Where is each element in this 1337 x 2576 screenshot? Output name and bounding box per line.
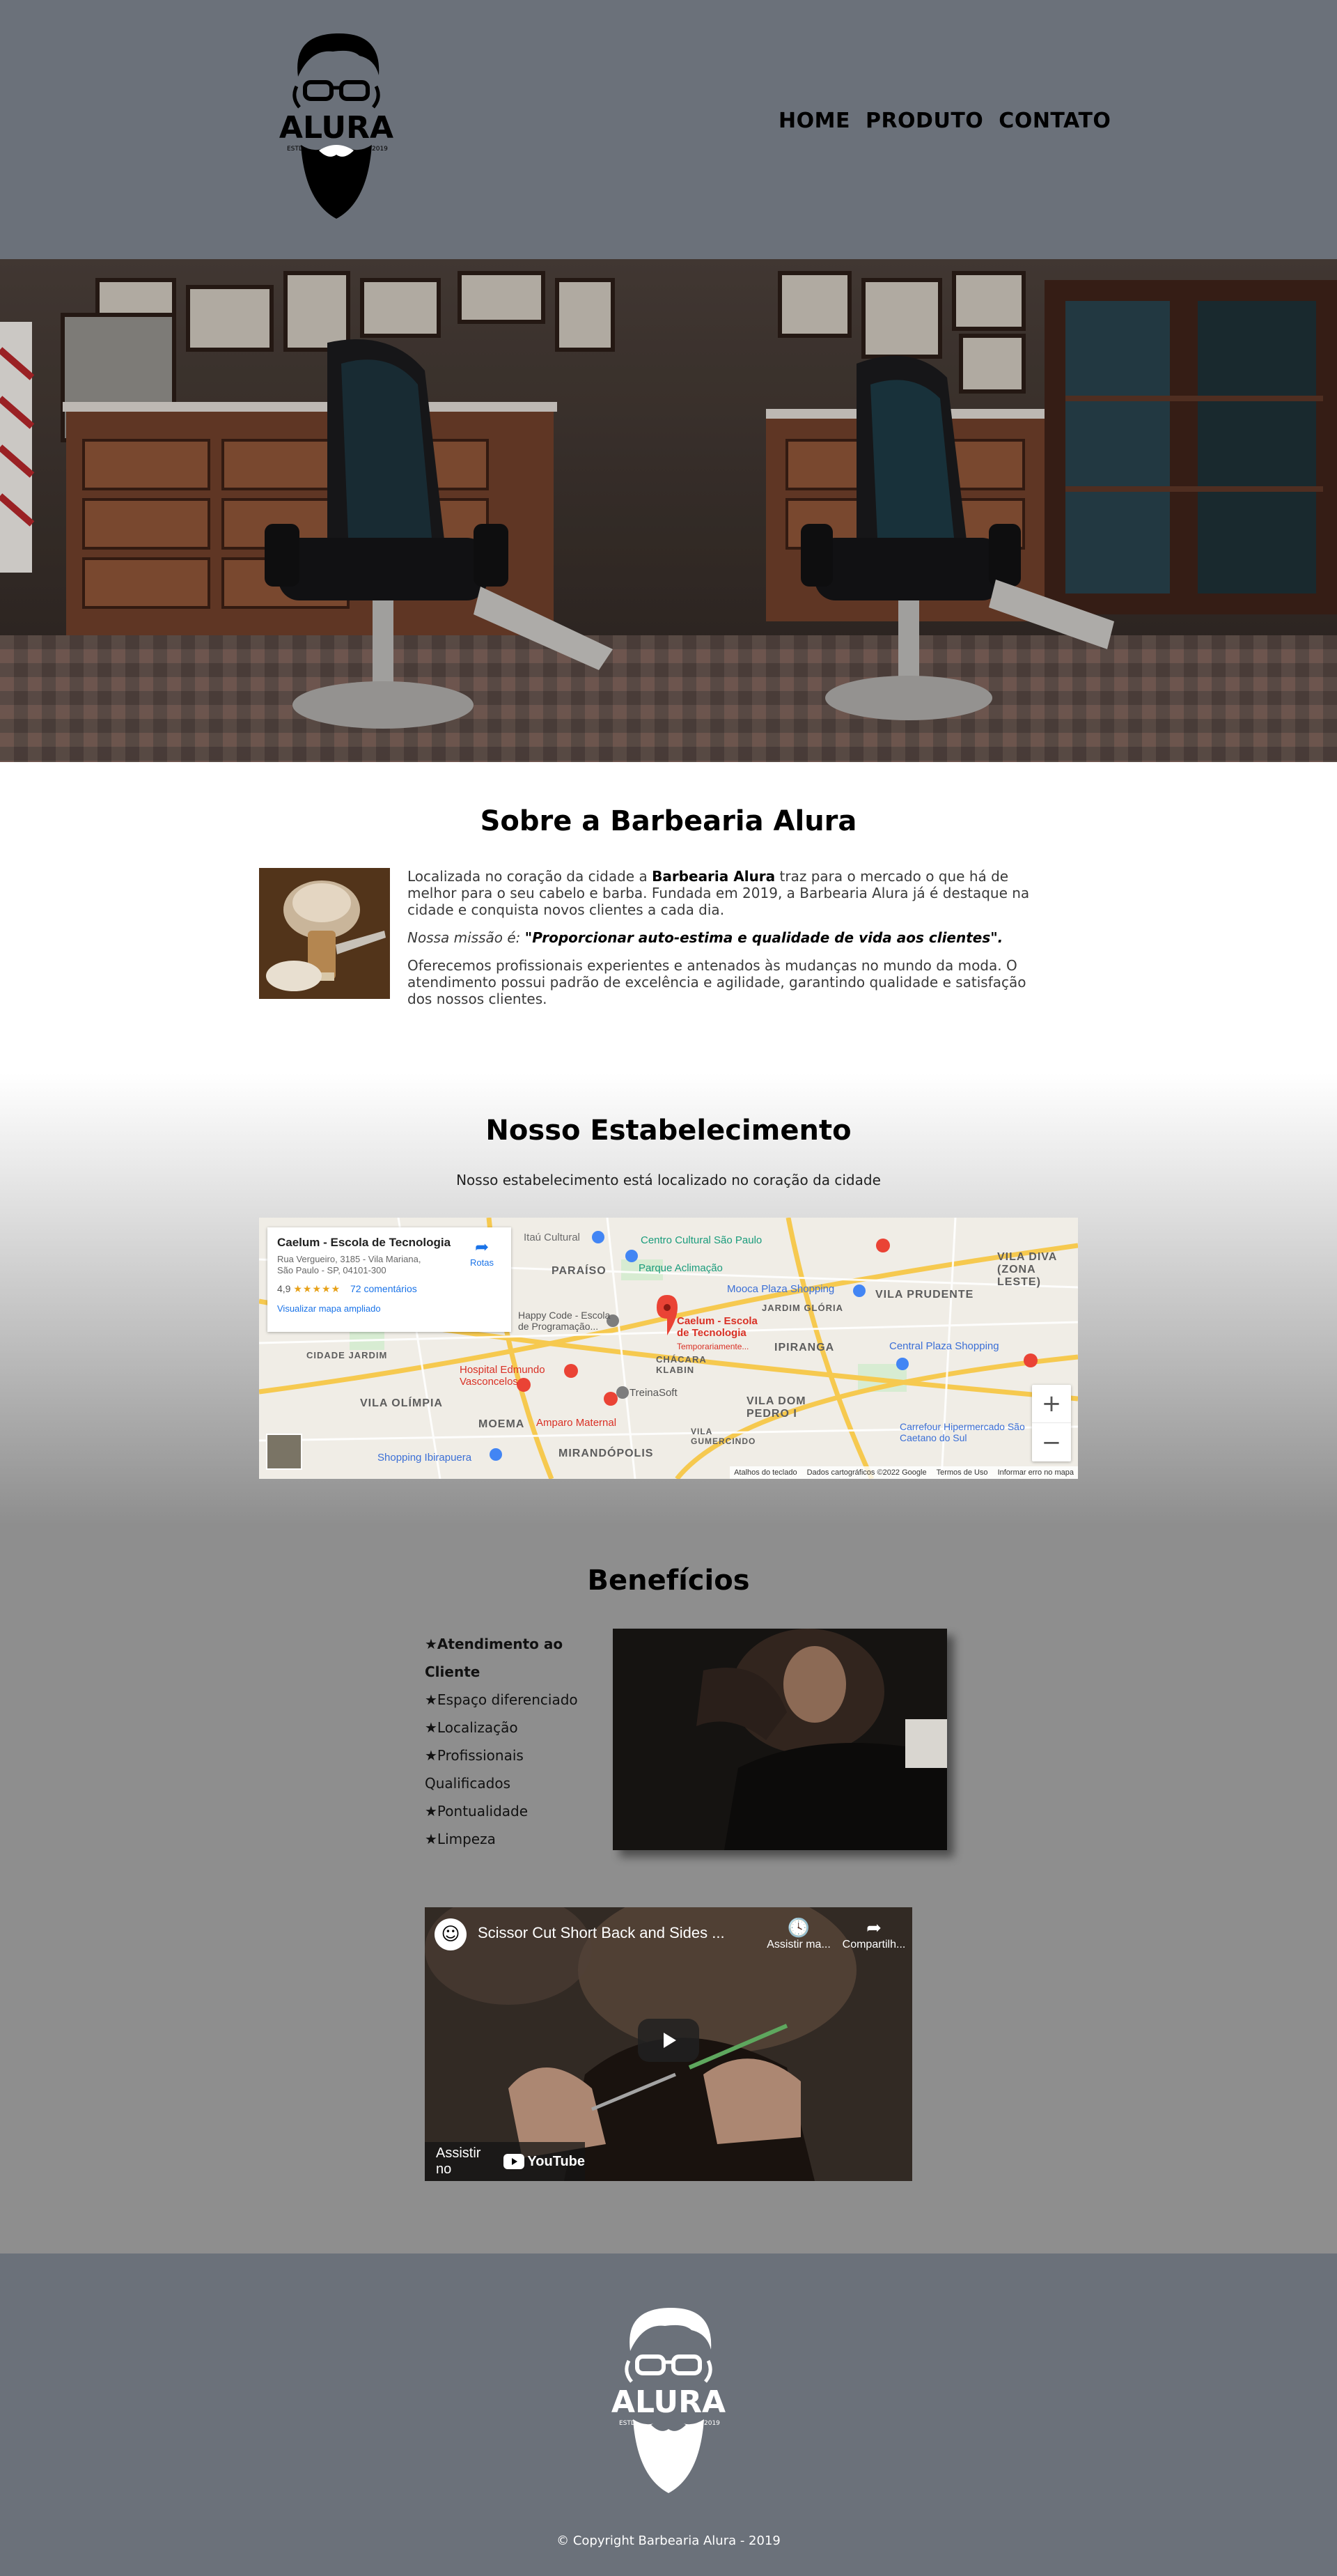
map-place-address: Rua Vergueiro, 3185 - Vila Mariana, São … <box>277 1254 421 1275</box>
barbershop-interior-image <box>0 259 1337 762</box>
copyright-text: © Copyright Barbearia Alura - 2019 <box>556 2534 781 2548</box>
location-title: Nosso Estabelecimento <box>485 1115 852 1147</box>
benefit-item: ★Espaço diferenciado <box>425 1691 578 1708</box>
map-poi-hospital-edmundo[interactable]: Hospital Edmundo Vasconcelos <box>460 1364 564 1388</box>
map-poi-treinasoft[interactable]: TreinaSoft <box>630 1387 678 1399</box>
map-poi-amparo-maternal[interactable]: Amparo Maternal <box>536 1417 616 1429</box>
map-label-paraiso: PARAÍSO <box>552 1265 607 1277</box>
svg-text:2019: 2019 <box>372 146 388 153</box>
map-label-ipiranga: IPIRANGA <box>774 1342 835 1353</box>
channel-icon: ☺ <box>441 1924 460 1945</box>
map-satellite-toggle[interactable] <box>266 1434 302 1470</box>
alura-logo[interactable]: ALURA ESTD 2019 <box>277 28 396 223</box>
zoom-out-button[interactable]: − <box>1032 1423 1071 1461</box>
play-icon <box>664 2033 676 2048</box>
map-poi-centro-cultural[interactable]: Centro Cultural São Paulo <box>641 1234 762 1246</box>
map-marker-label[interactable]: Caelum - Escola de Tecnologia <box>677 1315 767 1339</box>
watch-later-button[interactable]: 🕓 Assistir ma... <box>760 1917 837 1951</box>
about-paragraph-3: Oferecemos profissionais experientes e a… <box>407 957 1026 1007</box>
svg-text:ALURA: ALURA <box>611 2384 726 2420</box>
about-text: Localizada no coração da cidade a Barbea… <box>407 868 1055 1018</box>
benefits-list: ★Atendimento ao Cliente ★Espaço diferenc… <box>425 1630 578 1853</box>
map-poi-mooca-plaza[interactable]: Mooca Plaza Shopping <box>727 1283 834 1295</box>
map-keyboard-shortcuts[interactable]: Atalhos do teclado <box>734 1468 797 1477</box>
clock-icon: 🕓 <box>787 1917 811 1938</box>
map-label-vila-gumercindo: VILA GUMERCINDO <box>691 1427 756 1446</box>
video-title[interactable]: Scissor Cut Short Back and Sides ... <box>478 1924 725 1942</box>
map-label-chacara-klabin: CHÁCARA KLABIN <box>656 1354 707 1375</box>
map-directions-button[interactable]: ➦ Rotas <box>462 1237 501 1268</box>
benefit-item: ★Localização <box>425 1719 518 1736</box>
map-label-vila-dom-pedro: VILA DOM PEDRO I <box>746 1395 806 1420</box>
video-play-button[interactable] <box>638 2019 699 2062</box>
map-enlarge-link[interactable]: Visualizar mapa ampliado <box>277 1303 501 1314</box>
zoom-in-button[interactable]: + <box>1032 1385 1071 1423</box>
svg-text:ALURA: ALURA <box>279 110 393 146</box>
benefit-item: ★Atendimento ao Cliente <box>425 1636 563 1680</box>
map-poi-carrefour[interactable]: Carrefour Hipermercado São Caetano do Su… <box>900 1421 1039 1443</box>
site-footer: ALURA ESTD 2019 © Copyright Barbearia Al… <box>0 2253 1337 2576</box>
about-section: Sobre a Barbearia Alura Localizada no co… <box>0 762 1337 1073</box>
share-icon: ➦ <box>866 1917 882 1938</box>
shaving-brush-image <box>259 868 390 999</box>
map-poi-central-plaza[interactable]: Central Plaza Shopping <box>889 1340 999 1352</box>
about-title: Sobre a Barbearia Alura <box>480 805 857 837</box>
map-label-vila-diva: VILA DIVA (ZONA LESTE) <box>997 1251 1057 1288</box>
map-reviews-link[interactable]: 72 comentários <box>350 1283 417 1294</box>
map-label-vila-prudente: VILA PRUDENTE <box>875 1289 974 1301</box>
map-label-moema: MOEMA <box>478 1418 525 1430</box>
map-label-cidade-jardim: CIDADE JARDIM <box>306 1350 388 1360</box>
map-label-mirandopolis: MIRANDÓPOLIS <box>558 1448 654 1459</box>
benefit-item: ★Profissionais Qualificados <box>425 1747 524 1792</box>
map-poi-happy-code[interactable]: Happy Code - Escola de Programação... <box>518 1310 616 1332</box>
location-section: Nosso Estabelecimento Nosso estabelecime… <box>0 1073 1337 1526</box>
google-map-embed[interactable]: PARAÍSO VILA PRUDENTE IPIRANGA VILA OLÍM… <box>259 1218 1078 1479</box>
watch-on-youtube-button[interactable]: Assistir no YouTube <box>425 2142 585 2181</box>
map-poi-shopping-ibirapuera[interactable]: Shopping Ibirapuera <box>377 1452 471 1464</box>
svg-text:2019: 2019 <box>704 2420 720 2427</box>
benefit-item: ★Pontualidade <box>425 1803 529 1820</box>
benefits-title: Benefícios <box>587 1565 750 1597</box>
map-place-rating: 4,9 ★★★★★ 72 comentários <box>277 1283 417 1294</box>
map-place-card: Caelum - Escola de Tecnologia Rua Vergue… <box>267 1227 511 1332</box>
map-report-error-link[interactable]: Informar erro no mapa <box>998 1468 1074 1477</box>
location-subtitle: Nosso estabelecimento está localizado no… <box>456 1172 881 1188</box>
share-button[interactable]: ➦ Compartilh... <box>836 1917 912 1951</box>
rating-stars-icon: ★★★★★ <box>293 1283 341 1294</box>
map-footer: Atalhos do teclado Dados cartográficos ©… <box>730 1466 1078 1479</box>
mission-statement: Nossa missão é: "Proporcionar auto-estim… <box>407 929 1003 946</box>
nav-contato-link[interactable]: CONTATO <box>999 109 1111 133</box>
map-label-jardim-gloria: JARDIM GLÓRIA <box>762 1303 843 1313</box>
site-header: ALURA ESTD 2019 HOME PRODUTO CONTATO <box>0 0 1337 259</box>
map-poi-parque-aclimacao[interactable]: Parque Aclimação <box>639 1262 723 1274</box>
map-data-credit: Dados cartográficos ©2022 Google <box>806 1468 927 1477</box>
youtube-logo-icon: YouTube <box>503 2154 585 2170</box>
youtube-video-embed[interactable]: ☺ Scissor Cut Short Back and Sides ... 🕓… <box>425 1907 912 2181</box>
benefits-section: Benefícios ★Atendimento ao Cliente ★Espa… <box>0 1526 1337 2253</box>
benefit-item: ★Limpeza <box>425 1831 496 1847</box>
nav-produto-link[interactable]: PRODUTO <box>866 109 983 133</box>
nav-home-link[interactable]: HOME <box>779 109 850 133</box>
map-marker-sublabel: Temporariamente... <box>677 1342 749 1351</box>
alura-logo-footer: ALURA ESTD 2019 <box>611 2307 726 2493</box>
map-poi-itau-cultural[interactable]: Itaú Cultural <box>524 1232 580 1243</box>
map-zoom-control: + − <box>1032 1385 1071 1461</box>
main-nav: HOME PRODUTO CONTATO <box>779 109 1111 133</box>
video-channel-avatar[interactable]: ☺ <box>435 1918 467 1950</box>
hero-banner <box>0 259 1337 762</box>
directions-icon: ➦ <box>474 1238 490 1257</box>
barber-shaving-image <box>613 1629 947 1850</box>
about-paragraph-1: Localizada no coração da cidade a Barbea… <box>407 868 1030 918</box>
map-label-vila-olimpia: VILA OLÍMPIA <box>360 1397 443 1409</box>
map-terms-link[interactable]: Termos de Uso <box>937 1468 988 1477</box>
